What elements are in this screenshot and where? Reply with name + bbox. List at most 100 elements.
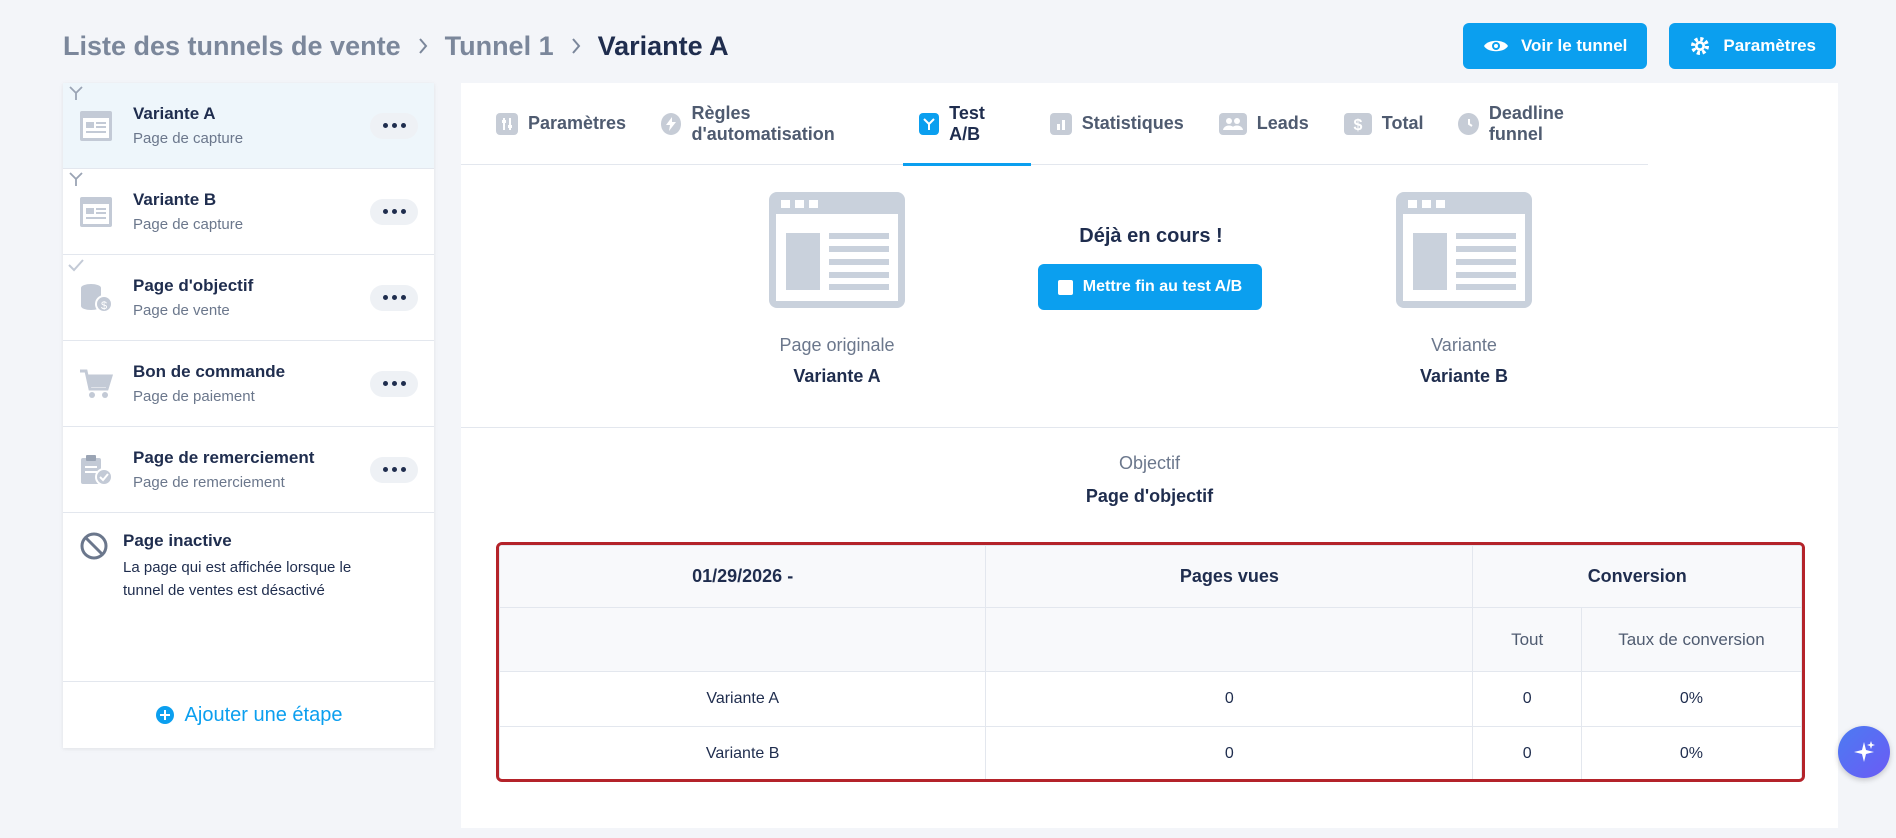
- tab-leads[interactable]: Leads: [1218, 83, 1309, 165]
- split-icon: [918, 112, 940, 135]
- tab-deadline-funnel[interactable]: Deadline funnel: [1458, 83, 1613, 165]
- view-funnel-label: Voir le tunnel: [1520, 36, 1628, 55]
- clock-icon: [1458, 112, 1479, 135]
- empty-header-cell: [985, 607, 1474, 672]
- step-title: Page d'objectif: [133, 276, 254, 295]
- page-thumbnail-icon: [769, 192, 905, 308]
- tab-total[interactable]: $ Total: [1343, 83, 1424, 165]
- step-subtitle: Page de remerciement: [133, 474, 285, 491]
- users-icon: [1218, 112, 1247, 135]
- original-page-card: Page originale Variante A: [767, 192, 907, 387]
- view-funnel-button[interactable]: Voir le tunnel: [1462, 23, 1648, 69]
- add-step-label: Ajouter une étape: [184, 703, 343, 726]
- step-subtitle: Page de vente: [133, 302, 230, 319]
- variant-name-cell: Variante A: [499, 671, 987, 727]
- pages-vues-header: Pages vues: [985, 545, 1474, 608]
- funnel-steps-sidebar: Variante A Page de capture Variante B Pa…: [63, 83, 434, 748]
- plus-circle-icon: [155, 706, 174, 724]
- lightning-icon: [661, 112, 682, 135]
- tab-label: Test A/B: [949, 102, 985, 144]
- step-title: Variante A: [133, 104, 216, 123]
- step-title: Page de remerciement: [133, 448, 315, 467]
- breadcrumb-tunnel[interactable]: Tunnel 1: [445, 31, 554, 62]
- add-step-button[interactable]: Ajouter une étape: [63, 681, 434, 748]
- svg-text:$: $: [1353, 117, 1362, 132]
- date-range-header[interactable]: 01/29/2026 -: [499, 545, 987, 608]
- table-row: Variante B 0 0 0%: [499, 726, 1802, 779]
- ban-icon: [80, 532, 108, 560]
- sliders-icon: [496, 112, 518, 135]
- variant-page-card: Variante Variante B: [1394, 192, 1534, 387]
- tab-regles-automatisation[interactable]: Règles d'automatisation: [661, 83, 884, 165]
- breadcrumb-funnel-list[interactable]: Liste des tunnels de vente: [63, 31, 401, 62]
- variant-label: Variante: [1431, 335, 1497, 355]
- views-cell: 0: [985, 671, 1474, 727]
- tab-bar: Paramètres Règles d'automatisation Test …: [461, 83, 1648, 166]
- ab-results-table: 01/29/2026 - Pages vues Conversion Tout …: [499, 545, 1802, 779]
- step-subtitle: Page de capture: [133, 130, 244, 147]
- main-panel: Paramètres Règles d'automatisation Test …: [461, 83, 1838, 828]
- status-text: Déjà en cours !: [1079, 225, 1223, 247]
- all-cell: 0: [1472, 726, 1582, 779]
- tab-label: Paramètres: [528, 113, 627, 133]
- tab-label: Statistiques: [1081, 113, 1184, 133]
- tab-label: Deadline funnel: [1488, 102, 1564, 144]
- end-ab-test-label: Mettre fin au test A/B: [1082, 278, 1243, 295]
- conversion-header: Conversion: [1472, 545, 1802, 608]
- ab-test-status: Déjà en cours ! Mettre fin au test A/B: [1038, 225, 1264, 310]
- empty-header-cell: [499, 607, 987, 672]
- step-variante-b[interactable]: Variante B Page de capture: [63, 169, 434, 255]
- tab-parametres[interactable]: Paramètres: [496, 83, 626, 165]
- stop-icon: [1057, 279, 1073, 295]
- objective-block: Objectif Page d'objectif: [461, 453, 1838, 507]
- tab-label: Total: [1381, 113, 1424, 133]
- objective-name: Page d'objectif: [1085, 486, 1214, 506]
- cart-icon: [79, 367, 113, 401]
- step-bon-de-commande[interactable]: Bon de commande Page de paiement: [63, 341, 434, 427]
- step-menu-button[interactable]: [370, 112, 418, 139]
- settings-button[interactable]: Paramètres: [1669, 23, 1836, 69]
- variant-name: Variante B: [1419, 366, 1509, 386]
- inactive-page-item[interactable]: Page inactive La page qui est affichée l…: [63, 513, 434, 620]
- step-menu-button[interactable]: [370, 284, 418, 311]
- conversion-rate-header: Taux de conversion: [1580, 607, 1802, 672]
- chevron-right-icon: [570, 37, 582, 55]
- step-page-remerciement[interactable]: Page de remerciement Page de remerciemen…: [63, 427, 434, 513]
- ai-assistant-button[interactable]: [1838, 726, 1890, 778]
- step-menu-button[interactable]: [370, 370, 418, 397]
- all-cell: 0: [1472, 671, 1582, 727]
- step-title: Variante B: [133, 190, 217, 209]
- check-icon: [67, 257, 85, 278]
- clipboard-check-icon: [79, 453, 113, 487]
- bar-chart-icon: [1049, 112, 1072, 135]
- tab-label: Leads: [1256, 113, 1309, 133]
- tab-label: Règles d'automatisation: [691, 102, 835, 144]
- capture-page-icon: [79, 195, 113, 229]
- original-name: Variante A: [793, 366, 881, 386]
- step-variante-a[interactable]: Variante A Page de capture: [63, 83, 434, 169]
- inactive-description: La page qui est affichée lorsque le tunn…: [123, 559, 352, 599]
- page-header: Liste des tunnels de vente Tunnel 1 Vari…: [63, 18, 1836, 74]
- page-thumbnail-icon: [1396, 192, 1532, 308]
- end-ab-test-button[interactable]: Mettre fin au test A/B: [1038, 264, 1262, 310]
- ab-results-table-container: 01/29/2026 - Pages vues Conversion Tout …: [496, 542, 1805, 782]
- step-menu-button[interactable]: [370, 456, 418, 483]
- breadcrumb: Liste des tunnels de vente Tunnel 1 Vari…: [63, 31, 729, 62]
- dollar-icon: $: [1343, 112, 1372, 135]
- split-icon: [67, 171, 85, 192]
- rate-cell: 0%: [1580, 726, 1802, 779]
- tab-statistiques[interactable]: Statistiques: [1049, 83, 1184, 165]
- eye-icon: [1483, 40, 1508, 52]
- step-menu-button[interactable]: [370, 198, 418, 225]
- rate-cell: 0%: [1580, 671, 1802, 727]
- step-title: Bon de commande: [133, 362, 286, 381]
- gear-icon: [1691, 37, 1710, 55]
- all-header: Tout: [1472, 607, 1582, 672]
- tab-test-ab[interactable]: Test A/B: [902, 83, 1031, 166]
- inactive-title: Page inactive: [123, 531, 232, 550]
- chevron-right-icon: [417, 37, 429, 55]
- svg-text:$: $: [101, 300, 107, 312]
- step-page-objectif[interactable]: $ Page d'objectif Page de vente: [63, 255, 434, 341]
- split-icon: [67, 85, 85, 106]
- objective-label: Objectif: [1118, 453, 1181, 473]
